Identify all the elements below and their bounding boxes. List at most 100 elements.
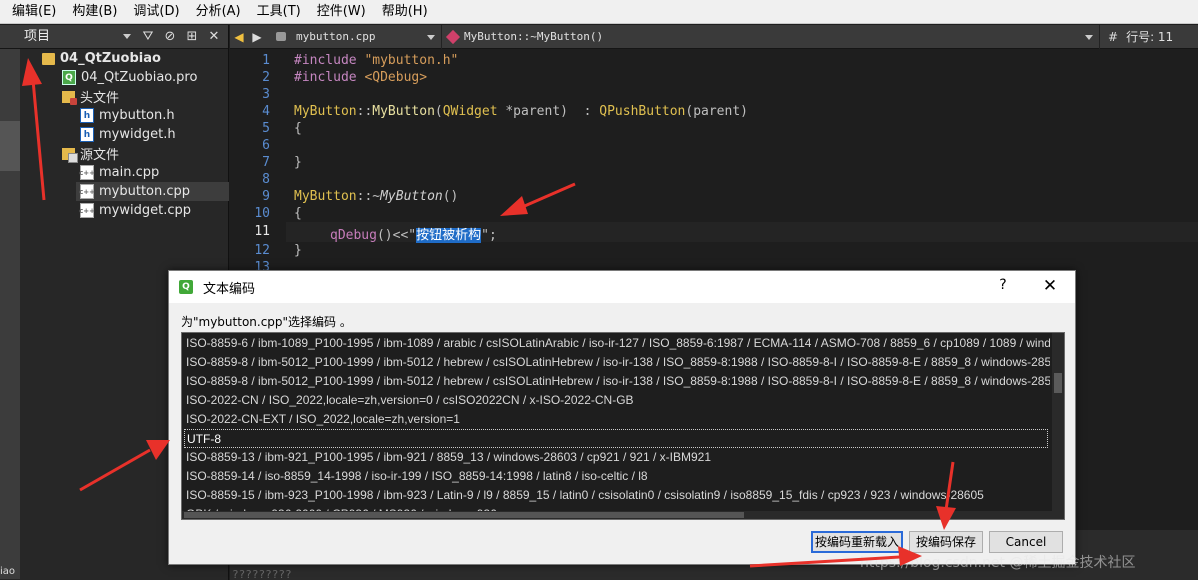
tree-item-label: mywidget.cpp <box>99 203 191 218</box>
cpp-file-icon: c++ <box>79 184 95 199</box>
close-button[interactable]: ✕ <box>1039 276 1061 298</box>
vertical-scrollbar[interactable] <box>1052 333 1064 519</box>
chevron-down-icon <box>123 33 131 39</box>
line-number: 4 <box>262 104 270 119</box>
line-number: 2 <box>262 70 270 85</box>
symbol-name: MyButton::~MyButton() <box>464 29 604 43</box>
encoding-item[interactable]: ISO-8859-8 / ibm-5012_P100-1999 / ibm-50… <box>186 372 1050 391</box>
code-line-10: { <box>294 206 302 221</box>
reload-with-encoding-button[interactable]: 按编码重新载入 <box>811 531 903 553</box>
tree-item-mybutton-cpp[interactable]: c++ mybutton.cpp <box>76 182 229 201</box>
project-view-label: 项目 <box>24 28 51 44</box>
code-line-4: MyButton::MyButton(QWidget *parent) : QP… <box>294 104 748 119</box>
mode-edit-selected[interactable] <box>0 121 20 171</box>
project-view-combo[interactable]: 项目 <box>20 27 135 47</box>
save-with-encoding-button[interactable]: 按编码保存 <box>909 531 983 553</box>
tree-item-label: mywidget.h <box>99 127 176 142</box>
tree-item-sources[interactable]: 源文件 <box>62 144 119 163</box>
line-number-label: 行号: 11 <box>1126 30 1174 44</box>
lock-icon <box>276 31 286 41</box>
mode-sidebar: iao <box>0 49 20 579</box>
code-line-9: MyButton::~MyButton() <box>294 189 459 204</box>
line-number-current: 11 <box>254 224 270 239</box>
line-number: 1 <box>262 53 270 68</box>
tree-item-label: 头文件 <box>80 91 120 106</box>
tree-item-label: 源文件 <box>80 148 120 163</box>
line-number: 6 <box>262 138 270 153</box>
code-line-1: #include "mybutton.h" <box>294 53 459 68</box>
help-button[interactable]: ? <box>993 277 1013 297</box>
encoding-item[interactable]: ISO-8859-8 / ibm-5012_P100-1999 / ibm-50… <box>186 353 1050 372</box>
hash-label: # <box>1108 29 1119 44</box>
cpp-file-icon: c++ <box>79 203 95 218</box>
project-toolbar: 项目 ⛛ ⊘ ⊞ ✕ <box>0 25 228 49</box>
encoding-item[interactable]: ISO-2022-CN-EXT / ISO_2022,locale=zh,ver… <box>186 410 1050 429</box>
close-icon[interactable]: ✕ <box>205 28 223 46</box>
code-line-5: { <box>294 121 302 136</box>
symbol-combo[interactable]: MyButton::~MyButton() <box>442 24 1100 49</box>
cpp-file-icon: c++ <box>79 165 95 180</box>
source-folder-icon <box>62 147 78 163</box>
text-encoding-dialog: Q 文本编码 ? ✕ 为"mybutton.cpp"选择编码 。 ISO-885… <box>168 270 1076 565</box>
selected-text: 按钮被析构 <box>416 228 482 243</box>
dialog-titlebar: Q 文本编码 ? ✕ <box>169 271 1075 303</box>
tree-item-project[interactable]: 04_QtZuobiao <box>42 49 161 68</box>
mode-label: iao <box>0 566 16 577</box>
dialog-title: 文本编码 <box>203 281 256 297</box>
menu-help[interactable]: 帮助(H) <box>374 0 436 24</box>
menu-bar: 编辑(E) 构建(B) 调试(D) 分析(A) 工具(T) 控件(W) 帮助(H… <box>0 0 1198 24</box>
open-file-combo[interactable]: mybutton.cpp <box>272 24 442 49</box>
link-icon[interactable]: ⊘ <box>161 28 179 46</box>
encoding-item[interactable]: ISO-8859-15 / ibm-923_P100-1998 / ibm-92… <box>186 486 1050 505</box>
method-icon <box>445 29 461 44</box>
menu-edit[interactable]: 编辑(E) <box>4 0 64 24</box>
chevron-down-icon <box>1085 34 1093 40</box>
watermark: https://blog.csdn.net @稀土掘金技术社区 <box>860 555 1136 571</box>
line-number: 8 <box>262 172 270 187</box>
pro-file-icon: Q <box>62 70 76 85</box>
code-line-11: qDebug()<<"按钮被析构"; <box>330 228 497 243</box>
code-line-7: } <box>294 155 302 170</box>
line-number: 7 <box>262 155 270 170</box>
tree-item-mywidget-cpp[interactable]: c++ mywidget.cpp <box>79 201 191 220</box>
horizontal-scrollbar[interactable] <box>182 511 1054 519</box>
encoding-item[interactable]: ISO-2022-CN / ISO_2022,locale=zh,version… <box>186 391 1050 410</box>
line-number: 10 <box>254 206 270 221</box>
open-file-name: mybutton.cpp <box>296 29 376 43</box>
menu-widgets[interactable]: 控件(W) <box>309 0 374 24</box>
menu-analyze[interactable]: 分析(A) <box>188 0 249 24</box>
encoding-item[interactable]: ISO-8859-6 / ibm-1089_P100-1995 / ibm-10… <box>186 334 1050 353</box>
code-line-12: } <box>294 243 302 258</box>
scrollbar-thumb[interactable] <box>184 512 744 518</box>
project-folder-icon <box>42 52 55 65</box>
split-icon[interactable]: ⊞ <box>183 28 201 46</box>
forward-arrow-icon[interactable]: ▶ <box>248 30 266 44</box>
line-number: 12 <box>254 243 270 258</box>
code-line-2: #include <QDebug> <box>294 70 428 85</box>
encoding-list[interactable]: ISO-8859-6 / ibm-1089_P100-1995 / ibm-10… <box>181 332 1065 520</box>
menu-tools[interactable]: 工具(T) <box>249 0 309 24</box>
filter-icon[interactable]: ⛛ <box>139 28 157 46</box>
qt-creator-icon: Q <box>179 280 193 294</box>
encoding-item-selected[interactable]: UTF-8 <box>184 429 1048 448</box>
cancel-button[interactable]: Cancel <box>989 531 1063 553</box>
tree-item-label: 04_QtZuobiao.pro <box>81 70 198 85</box>
dialog-prompt: 为"mybutton.cpp"选择编码 。 <box>181 315 352 329</box>
tree-item-mybutton-h[interactable]: h mybutton.h <box>80 106 175 125</box>
encoding-item[interactable]: ISO-8859-13 / ibm-921_P100-1995 / ibm-92… <box>186 448 1050 467</box>
tree-item-mywidget-h[interactable]: h mywidget.h <box>80 125 176 144</box>
menu-build[interactable]: 构建(B) <box>64 0 125 24</box>
chevron-down-icon <box>427 34 435 40</box>
line-number: 9 <box>262 189 270 204</box>
back-arrow-icon[interactable]: ◀ <box>230 30 248 44</box>
tree-item-main-cpp[interactable]: c++ main.cpp <box>79 163 159 182</box>
menu-debug[interactable]: 调试(D) <box>125 0 187 24</box>
tree-item-headers[interactable]: 头文件 <box>62 87 119 106</box>
scrollbar-thumb[interactable] <box>1054 373 1062 393</box>
encoding-item[interactable]: ISO-8859-14 / iso-8859_14-1998 / iso-ir-… <box>186 467 1050 486</box>
tree-item-pro-file[interactable]: Q 04_QtZuobiao.pro <box>62 68 197 87</box>
line-number: 3 <box>262 87 270 102</box>
tree-item-label: mybutton.h <box>99 108 175 123</box>
header-file-icon: h <box>80 127 94 142</box>
header-folder-icon <box>62 90 77 105</box>
